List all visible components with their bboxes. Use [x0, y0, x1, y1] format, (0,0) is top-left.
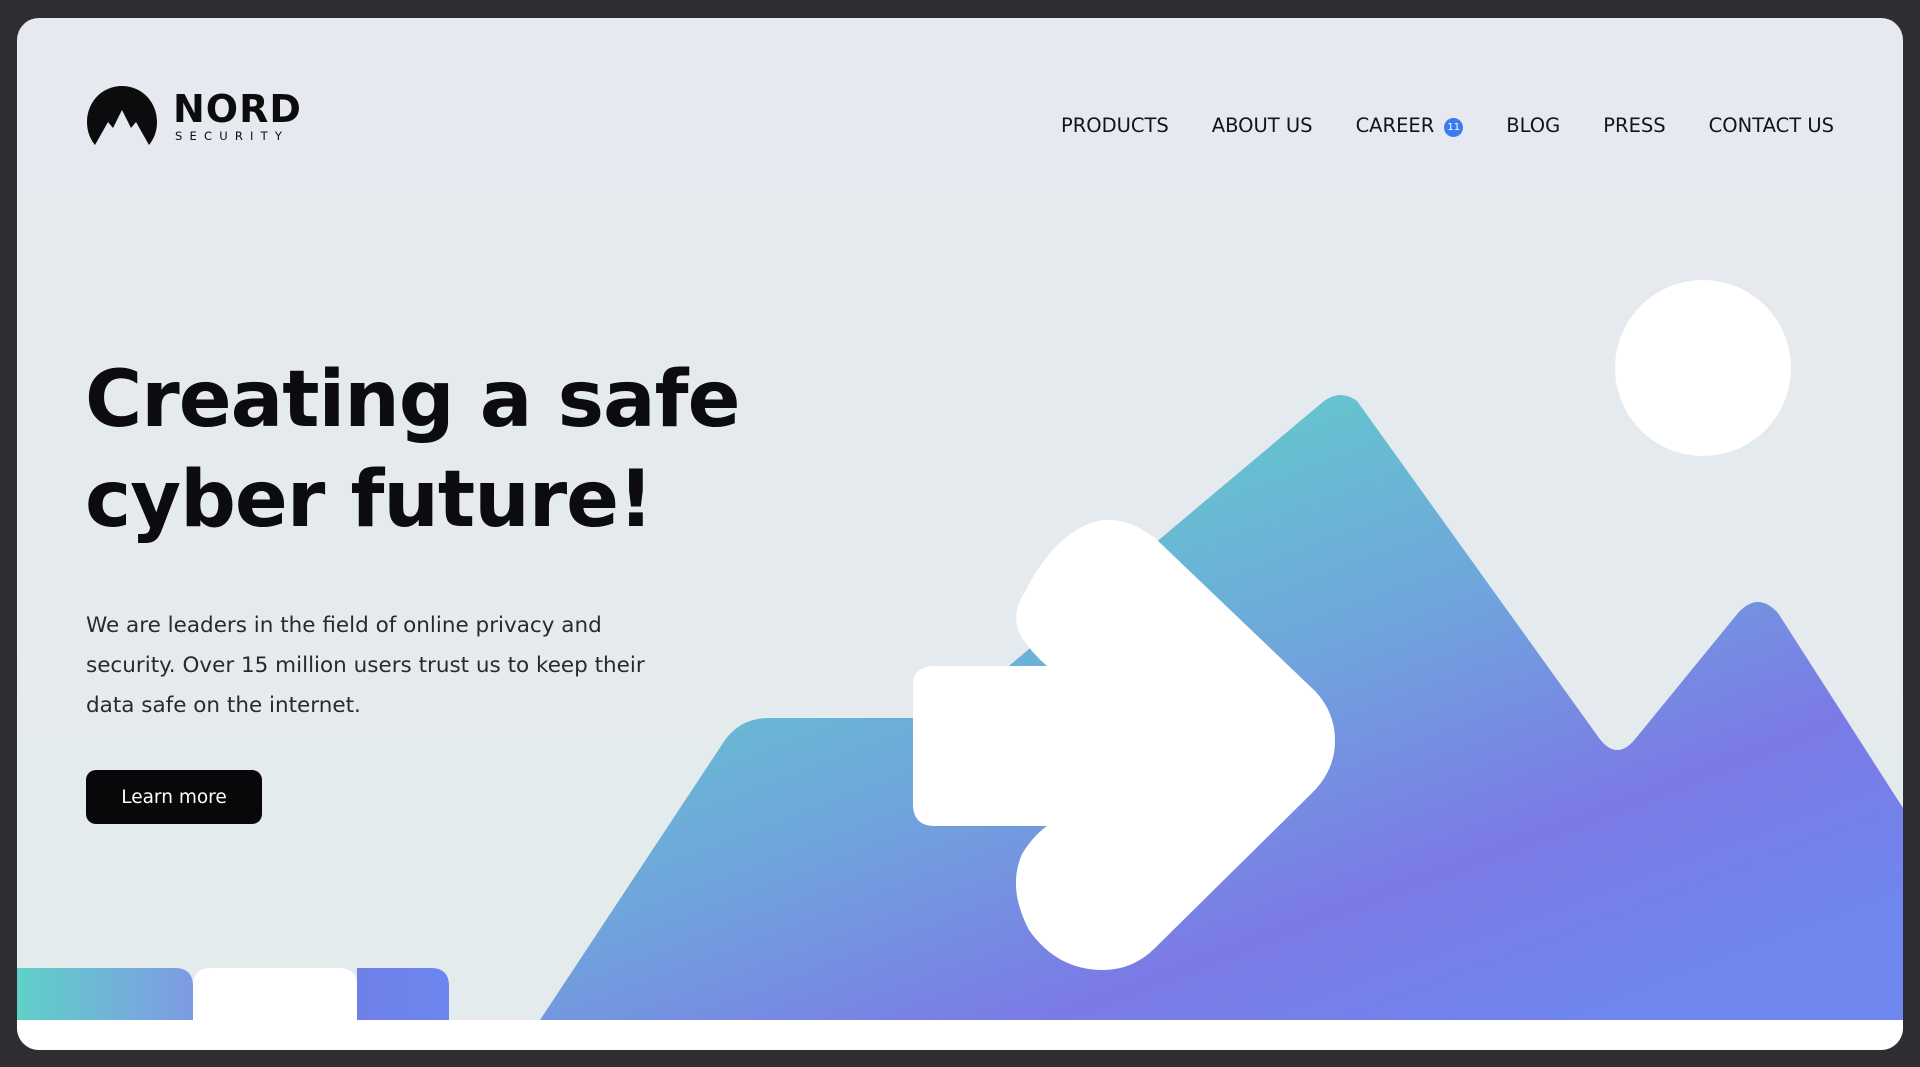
- hero-description: We are leaders in the field of online pr…: [86, 613, 645, 718]
- bottom-bar-right: [357, 968, 449, 1020]
- nav-item-label: BLOG: [1506, 114, 1561, 137]
- brand-name: NORD: [173, 86, 302, 131]
- nav-item-label: PRODUCTS: [1060, 114, 1169, 137]
- nav-item-label: CAREER: [1355, 114, 1435, 137]
- bottom-bar-left: [17, 968, 193, 1020]
- nav-item-label: PRESS: [1603, 114, 1666, 137]
- nav-item-products[interactable]: PRODUCTS: [1061, 114, 1169, 137]
- page: NORD SECURITY PRODUCTS ABOUT US CAREER 1…: [17, 18, 1903, 1050]
- nav-item-contact-us[interactable]: CONTACT US: [1709, 114, 1834, 137]
- hero-title-line-1: Creating a safe: [85, 355, 740, 445]
- mountain-logo-icon: [87, 86, 157, 145]
- nav-item-blog[interactable]: BLOG: [1506, 114, 1560, 137]
- brand-tagline: SECURITY: [175, 128, 290, 143]
- hero-title: Creating a safe cyber future!: [85, 350, 845, 550]
- nav-item-press[interactable]: PRESS: [1603, 114, 1665, 137]
- brand-logo[interactable]: NORD SECURITY: [85, 84, 302, 148]
- brand-wordmark: NORD SECURITY: [173, 90, 302, 143]
- bottom-strip: [17, 1020, 1903, 1050]
- sun-circle: [1615, 280, 1791, 456]
- main-nav: PRODUCTS ABOUT US CAREER 11 BLOG PRESS C…: [1061, 114, 1834, 137]
- bottom-bar-gap: [193, 968, 357, 1020]
- learn-more-button[interactable]: Learn more: [86, 770, 262, 824]
- nav-item-career[interactable]: CAREER 11: [1356, 114, 1464, 137]
- nav-item-label: CONTACT US: [1708, 114, 1834, 137]
- browser-frame: NORD SECURITY PRODUCTS ABOUT US CAREER 1…: [0, 0, 1920, 1067]
- nav-item-about-us[interactable]: ABOUT US: [1212, 114, 1313, 137]
- nav-item-label: ABOUT US: [1211, 114, 1313, 137]
- hero-title-line-2: cyber future!: [85, 455, 654, 545]
- career-count-badge: 11: [1444, 118, 1464, 137]
